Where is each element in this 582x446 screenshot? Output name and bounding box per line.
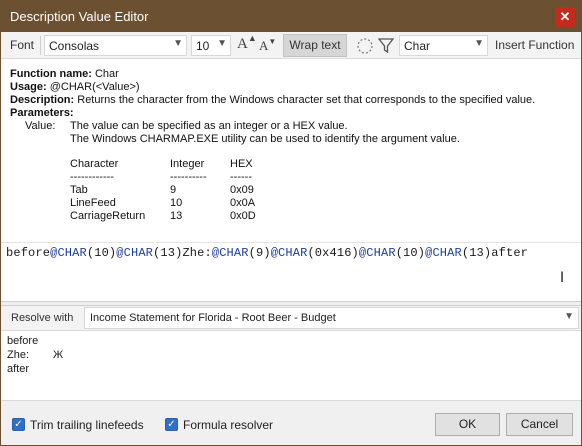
output-line-value: Ж (53, 349, 64, 361)
usage-line: Usage: @CHAR(<Value>) (10, 81, 140, 94)
function-token: @CHAR (358, 246, 396, 260)
dialog-footer: ✓ Trim trailing linefeeds ✓ Formula reso… (1, 400, 581, 445)
table-header-character: Character (70, 158, 119, 170)
text-token: (0x416) (307, 246, 359, 260)
table-cell: 0x0A (230, 197, 256, 209)
function-token: @CHAR (50, 246, 87, 260)
table-cell: CarriageReturn (70, 210, 146, 222)
shrink-font-icon: A (259, 38, 269, 53)
title-bar[interactable]: Description Value Editor ✕ (1, 1, 581, 32)
function-select[interactable]: Char ▼ (399, 35, 488, 56)
formula-resolver-checkbox[interactable]: ✓ (165, 418, 178, 431)
trim-linefeeds-checkbox[interactable]: ✓ (12, 418, 25, 431)
function-name-label: Function name: (10, 68, 92, 80)
value-param-label: Value: (25, 120, 56, 132)
table-divider: ------ (230, 171, 252, 183)
text-token: before (6, 246, 51, 260)
font-label: Font (10, 38, 35, 52)
text-cursor-icon: I (560, 270, 565, 286)
function-name-value: Char (94, 68, 119, 80)
insert-function-button[interactable]: Insert Function (495, 38, 574, 52)
usage-label: Usage: (10, 81, 47, 93)
text-token: (13)after (461, 246, 529, 260)
shrink-font-button[interactable]: A▼ (259, 37, 277, 54)
close-icon: ✕ (559, 9, 571, 24)
function-token: @CHAR (116, 246, 154, 260)
text-token: (10) (86, 246, 117, 260)
table-cell: 13 (170, 210, 183, 222)
table-divider: ---------- (170, 171, 207, 183)
font-size-value: 10 (196, 39, 210, 53)
chevron-down-icon: ▼ (173, 38, 183, 49)
text-token: (13)Zhe: (153, 246, 212, 260)
usage-value: @CHAR(<Value>) (49, 81, 140, 93)
output-line-label: Zhe: (7, 349, 30, 361)
description-line: Description: Returns the character from … (10, 94, 535, 107)
description-value: Returns the character from the Windows c… (77, 94, 536, 106)
output-line: after (7, 363, 30, 375)
grow-font-button[interactable]: A▲ (237, 33, 257, 53)
close-button[interactable]: ✕ (555, 7, 575, 27)
text-token: (10) (395, 246, 426, 260)
text-token: (9) (248, 246, 271, 260)
resolve-with-row: Resolve with Income Statement for Florid… (1, 306, 581, 331)
window-title: Description Value Editor (10, 9, 149, 24)
up-arrow-icon: ▲ (247, 33, 257, 43)
output-line: before (7, 335, 39, 347)
resolved-output: before Zhe: Ж after (1, 332, 581, 400)
chevron-down-icon: ▼ (217, 38, 227, 49)
value-description-1: The value can be specified as an integer… (70, 120, 348, 132)
resolve-with-value: Income Statement for Florida - Root Beer… (90, 312, 336, 324)
trim-linefeeds-label[interactable]: Trim trailing linefeeds (30, 418, 144, 432)
selection-circle-icon[interactable] (356, 37, 374, 55)
function-name-line: Function name: Char (10, 68, 119, 81)
parameters-line: Parameters: (10, 107, 74, 120)
expression-text[interactable]: before@CHAR(10)@CHAR(13)Zhe:@CHAR(9)@CHA… (6, 246, 528, 260)
expression-editor[interactable]: before@CHAR(10)@CHAR(13)Zhe:@CHAR(9)@CHA… (1, 242, 581, 301)
cancel-button[interactable]: Cancel (506, 413, 573, 436)
wrap-text-toggle[interactable]: Wrap text (283, 34, 347, 57)
font-family-select[interactable]: Consolas ▼ (44, 35, 187, 56)
resolve-with-select[interactable]: Income Statement for Florida - Root Beer… (84, 307, 579, 329)
chevron-down-icon: ▼ (474, 38, 484, 49)
down-arrow-icon: ▼ (268, 37, 277, 46)
chevron-down-icon: ▼ (564, 311, 574, 322)
table-divider: ------------ (70, 171, 114, 183)
grow-font-icon: A (237, 36, 248, 52)
table-cell: LineFeed (70, 197, 116, 209)
table-cell: Tab (70, 184, 88, 196)
function-info-panel: Function name: Char Usage: @CHAR(<Value>… (1, 60, 581, 242)
font-size-select[interactable]: 10 ▼ (191, 35, 231, 56)
formula-resolver-label[interactable]: Formula resolver (183, 418, 273, 432)
table-cell: 0x09 (230, 184, 254, 196)
ok-button[interactable]: OK (435, 413, 500, 436)
parameters-label: Parameters: (10, 107, 74, 119)
description-label: Description: (10, 94, 75, 106)
function-token: @CHAR (211, 246, 249, 260)
filter-icon[interactable] (378, 37, 394, 54)
description-value-editor-window: Description Value Editor ✕ Font Consolas… (0, 0, 582, 446)
function-select-value: Char (404, 39, 431, 53)
checkmark-icon: ✓ (167, 419, 176, 430)
function-token: @CHAR (270, 246, 308, 260)
table-header-integer: Integer (170, 158, 205, 170)
table-header-hex: HEX (230, 158, 253, 170)
toolbar: Font Consolas ▼ 10 ▼ A▲ A▼ Wrap text Cha… (1, 32, 581, 59)
checkmark-icon: ✓ (14, 419, 23, 430)
value-description-2: The Windows CHARMAP.EXE utility can be u… (70, 133, 460, 145)
separator (40, 36, 41, 55)
table-cell: 9 (170, 184, 177, 196)
function-token: @CHAR (425, 246, 462, 260)
table-cell: 10 (170, 197, 183, 209)
font-family-value: Consolas (49, 39, 100, 53)
table-cell: 0x0D (230, 210, 256, 222)
resolve-with-label: Resolve with (11, 312, 74, 324)
